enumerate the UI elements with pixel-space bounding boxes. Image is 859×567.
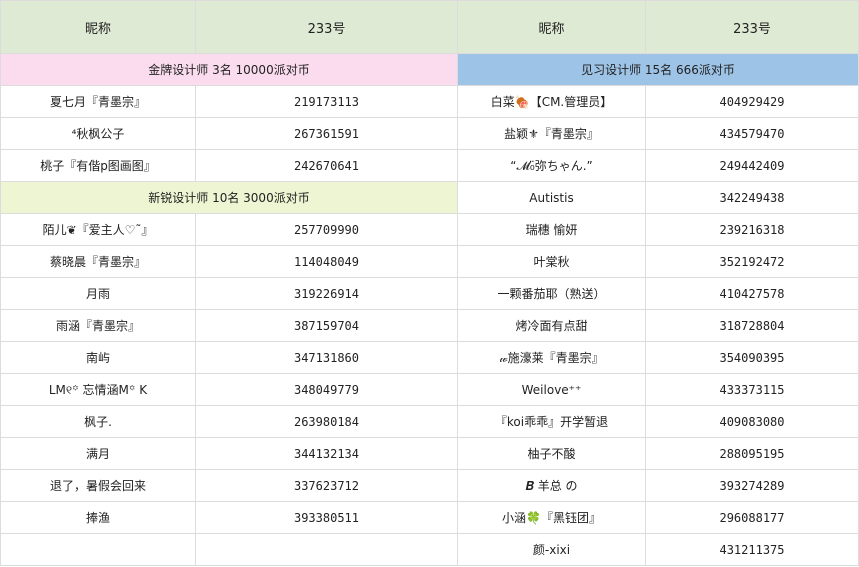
nickname-cell: Weilove⁺⁺ bbox=[457, 373, 646, 406]
nickname-cell: 瑞穗 愉妍 bbox=[457, 213, 646, 246]
id-cell: 267361591 bbox=[195, 117, 458, 150]
table-row: 桃子『有偕p图画图』 242670641 “𝓜₀̈弥ちゃん.” 24944240… bbox=[0, 149, 859, 182]
header-id-left: 233号 bbox=[195, 0, 458, 54]
id-cell: 409083080 bbox=[645, 405, 859, 438]
id-cell: 318728804 bbox=[645, 309, 859, 342]
table-row: 满月 344132134 柚子不酸 288095195 bbox=[0, 437, 859, 470]
header-nickname-right: 昵称 bbox=[457, 0, 646, 54]
table-row: 退了，暑假会回来 337623712 𝑩 羊总 の 393274289 bbox=[0, 469, 859, 502]
nickname-cell: 桃子『有偕p图画图』 bbox=[0, 149, 196, 182]
section-gold-label: 金牌设计师 3名 10000派对币 bbox=[0, 53, 458, 86]
id-cell: 387159704 bbox=[195, 309, 458, 342]
id-cell: 296088177 bbox=[645, 501, 859, 534]
id-cell: 348049779 bbox=[195, 373, 458, 406]
nickname-cell: 颜-xixi bbox=[457, 533, 646, 566]
id-cell: 219173113 bbox=[195, 85, 458, 118]
id-cell: 344132134 bbox=[195, 437, 458, 470]
id-cell: 319226914 bbox=[195, 277, 458, 310]
award-table: 昵称 233号 昵称 233号 金牌设计师 3名 10000派对币 见习设计师 … bbox=[0, 0, 859, 566]
id-cell: 239216318 bbox=[645, 213, 859, 246]
table-row: 月雨 319226914 一颗番茄耶（熟送） 410427578 bbox=[0, 277, 859, 310]
nickname-cell: “𝓜₀̈弥ちゃん.” bbox=[457, 149, 646, 182]
table-row: 雨涵『青墨宗』 387159704 烤冷面有点甜 318728804 bbox=[0, 309, 859, 342]
nickname-cell: Autistis bbox=[457, 181, 646, 214]
id-cell: 342249438 bbox=[645, 181, 859, 214]
id-cell: 431211375 bbox=[645, 533, 859, 566]
nickname-cell: 南屿 bbox=[0, 341, 196, 374]
id-cell: 242670641 bbox=[195, 149, 458, 182]
nickname-cell: 小涵🍀『黑钰团』 bbox=[457, 501, 646, 534]
id-cell: 249442409 bbox=[645, 149, 859, 182]
table-row: 蔡晓晨『青墨宗』 114048049 叶棠秋 352192472 bbox=[0, 245, 859, 278]
id-cell: 263980184 bbox=[195, 405, 458, 438]
nickname-cell: 雨涵『青墨宗』 bbox=[0, 309, 196, 342]
section-row-gold-intern: 金牌设计师 3名 10000派对币 见习设计师 15名 666派对币 bbox=[0, 53, 859, 86]
table-row: 夏七月『青墨宗』 219173113 白菜🍖【CM.管理员】 404929429 bbox=[0, 85, 859, 118]
id-cell: 352192472 bbox=[645, 245, 859, 278]
nickname-cell: 陌儿❦『爱主人♡˜』 bbox=[0, 213, 196, 246]
nickname-cell: 𝓌施濠莱『青墨宗』 bbox=[457, 341, 646, 374]
nickname-cell: 𝑩 羊总 の bbox=[457, 469, 646, 502]
nickname-cell: 满月 bbox=[0, 437, 196, 470]
nickname-cell: 夏七月『青墨宗』 bbox=[0, 85, 196, 118]
table-row: 新锐设计师 10名 3000派对币 Autistis 342249438 bbox=[0, 181, 859, 214]
id-cell: 114048049 bbox=[195, 245, 458, 278]
id-cell: 354090395 bbox=[645, 341, 859, 374]
id-cell: 404929429 bbox=[645, 85, 859, 118]
nickname-cell: 『koi乖乖』开学暂退 bbox=[457, 405, 646, 438]
table-row: LM୧꙳ 忘情涵M꙳ K 348049779 Weilove⁺⁺ 4333731… bbox=[0, 373, 859, 406]
nickname-cell: 退了，暑假会回来 bbox=[0, 469, 196, 502]
header-row: 昵称 233号 昵称 233号 bbox=[0, 0, 859, 54]
nickname-cell: 枫子. bbox=[0, 405, 196, 438]
id-cell: 410427578 bbox=[645, 277, 859, 310]
table-row: 陌儿❦『爱主人♡˜』 257709990 瑞穗 愉妍 239216318 bbox=[0, 213, 859, 246]
header-nickname-left: 昵称 bbox=[0, 0, 196, 54]
nickname-cell: 盐颖⚜『青墨宗』 bbox=[457, 117, 646, 150]
nickname-cell: 柚子不酸 bbox=[457, 437, 646, 470]
nickname-cell: 白菜🍖【CM.管理员】 bbox=[457, 85, 646, 118]
table-row: 南屿 347131860 𝓌施濠莱『青墨宗』 354090395 bbox=[0, 341, 859, 374]
nickname-cell: 烤冷面有点甜 bbox=[457, 309, 646, 342]
id-cell: 393274289 bbox=[645, 469, 859, 502]
id-cell: 393380511 bbox=[195, 501, 458, 534]
section-newbie-label: 新锐设计师 10名 3000派对币 bbox=[0, 181, 458, 214]
table-row: 枫子. 263980184 『koi乖乖』开学暂退 409083080 bbox=[0, 405, 859, 438]
id-cell: 433373115 bbox=[645, 373, 859, 406]
id-cell: 257709990 bbox=[195, 213, 458, 246]
section-intern-label: 见习设计师 15名 666派对币 bbox=[457, 53, 859, 86]
nickname-cell: 月雨 bbox=[0, 277, 196, 310]
id-cell: 434579470 bbox=[645, 117, 859, 150]
id-cell: 288095195 bbox=[645, 437, 859, 470]
id-cell bbox=[195, 533, 458, 566]
nickname-cell: 叶棠秋 bbox=[457, 245, 646, 278]
nickname-cell: 一颗番茄耶（熟送） bbox=[457, 277, 646, 310]
id-cell: 347131860 bbox=[195, 341, 458, 374]
header-id-right: 233号 bbox=[645, 0, 859, 54]
nickname-cell: 蔡晓晨『青墨宗』 bbox=[0, 245, 196, 278]
nickname-cell: LM୧꙳ 忘情涵M꙳ K bbox=[0, 373, 196, 406]
nickname-cell: 捧渔 bbox=[0, 501, 196, 534]
table-row: 捧渔 393380511 小涵🍀『黑钰团』 296088177 bbox=[0, 501, 859, 534]
nickname-cell: ⁴秋枫公子 bbox=[0, 117, 196, 150]
table-row: 颜-xixi 431211375 bbox=[0, 533, 859, 566]
table-row: ⁴秋枫公子 267361591 盐颖⚜『青墨宗』 434579470 bbox=[0, 117, 859, 150]
id-cell: 337623712 bbox=[195, 469, 458, 502]
nickname-cell bbox=[0, 533, 196, 566]
